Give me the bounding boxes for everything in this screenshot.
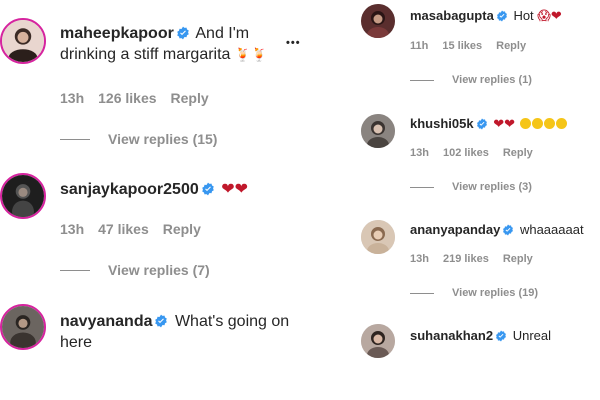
- view-replies-label[interactable]: View replies (19): [452, 287, 538, 299]
- more-options-icon[interactable]: •••: [286, 37, 301, 49]
- comment-body-line2: drinking a stiff margarita: [60, 45, 231, 63]
- verified-badge-icon: [155, 314, 168, 328]
- reply-button[interactable]: Reply: [171, 90, 209, 106]
- comment-body: whaaaaaat: [519, 222, 584, 237]
- comment-body: Unreal: [512, 328, 552, 343]
- comment-time: 11h: [410, 40, 429, 52]
- comment-likes[interactable]: 219 likes: [443, 253, 489, 265]
- comment-likes[interactable]: 15 likes: [442, 40, 482, 52]
- comment-text: maheepkapoor And I'm drinking a stiff ma…: [60, 24, 320, 66]
- view-replies-label[interactable]: View replies (7): [108, 262, 210, 278]
- face-emoji-icon: [519, 118, 531, 129]
- comment-likes[interactable]: 126 likes: [98, 90, 156, 106]
- comment-username[interactable]: sanjaykapoor2500: [60, 181, 199, 198]
- face-emoji-icon: [543, 118, 555, 129]
- comment-text: masabagupta Hot 😱❤: [410, 8, 562, 25]
- comment-username[interactable]: khushi05k: [410, 116, 474, 131]
- comment-username[interactable]: masabagupta: [410, 8, 494, 23]
- comment-meta: 11h 15 likes Reply: [410, 40, 540, 52]
- comment-likes[interactable]: 102 likes: [443, 147, 489, 159]
- divider: [410, 186, 434, 188]
- face-emoji-icon: [555, 118, 567, 129]
- view-replies-label[interactable]: View replies (3): [452, 181, 532, 193]
- heart-emoji: ❤❤: [493, 116, 516, 131]
- comment-text: ananyapanday whaaaaaat: [410, 222, 584, 239]
- avatar[interactable]: [0, 173, 46, 219]
- comment-text: suhanakhan2 Unreal: [410, 328, 551, 345]
- comment-text: sanjaykapoor2500 ❤❤: [60, 180, 330, 201]
- comment-time: 13h: [60, 221, 85, 237]
- avatar[interactable]: [361, 4, 395, 38]
- divider: [60, 138, 90, 140]
- reply-button[interactable]: Reply: [503, 253, 533, 265]
- view-replies-label[interactable]: View replies (1): [452, 74, 532, 86]
- avatar[interactable]: [361, 220, 395, 254]
- comment-body: What's going on: [174, 313, 290, 330]
- reply-button[interactable]: Reply: [163, 221, 201, 237]
- comment-username[interactable]: maheepkapoor: [60, 25, 174, 42]
- comment-body: Hot: [513, 8, 534, 23]
- comment-meta: 13h 126 likes Reply: [60, 90, 223, 106]
- divider: [410, 79, 434, 81]
- reply-button[interactable]: Reply: [496, 40, 526, 52]
- comment-username[interactable]: suhanakhan2: [410, 328, 493, 343]
- avatar[interactable]: [0, 304, 46, 350]
- emoji-tail: 😱❤: [537, 8, 562, 23]
- reply-button[interactable]: Reply: [503, 147, 533, 159]
- view-replies-button[interactable]: View replies (19): [410, 287, 538, 299]
- comment-likes[interactable]: 47 likes: [98, 221, 149, 237]
- comment-time: 13h: [60, 90, 85, 106]
- view-replies-label[interactable]: View replies (15): [108, 131, 217, 147]
- view-replies-button[interactable]: View replies (1): [410, 74, 532, 86]
- face-emoji-icon: [531, 118, 543, 129]
- comment-body-line2: here: [60, 333, 93, 351]
- comment-body: And I'm: [195, 25, 250, 42]
- comment-meta: 13h 102 likes Reply: [410, 147, 547, 159]
- view-replies-button[interactable]: View replies (7): [60, 262, 210, 278]
- comment-username[interactable]: ananyapanday: [410, 222, 500, 237]
- comment-time: 13h: [410, 253, 429, 265]
- verified-badge-icon: [496, 330, 507, 342]
- comment-meta: 13h 47 likes Reply: [60, 221, 215, 237]
- verified-badge-icon: [201, 182, 214, 196]
- view-replies-button[interactable]: View replies (15): [60, 131, 217, 147]
- view-replies-button[interactable]: View replies (3): [410, 181, 532, 193]
- verified-badge-icon: [177, 26, 189, 40]
- verified-badge-icon: [503, 224, 514, 236]
- comment-text: navyananda What's going on here: [60, 312, 330, 354]
- comment-text: khushi05k ❤❤: [410, 116, 567, 133]
- divider: [410, 292, 434, 294]
- comment-meta: 13h 219 likes Reply: [410, 253, 547, 265]
- avatar[interactable]: [0, 18, 46, 64]
- heart-emoji: ❤❤: [221, 181, 249, 198]
- verified-badge-icon: [476, 118, 487, 130]
- verified-badge-icon: [496, 10, 507, 22]
- comment-time: 13h: [410, 147, 429, 159]
- avatar[interactable]: [361, 114, 395, 148]
- avatar[interactable]: [361, 324, 395, 358]
- cocktail-emoji: 🍹🍹: [234, 46, 268, 62]
- divider: [60, 269, 90, 271]
- comment-username[interactable]: navyananda: [60, 313, 152, 330]
